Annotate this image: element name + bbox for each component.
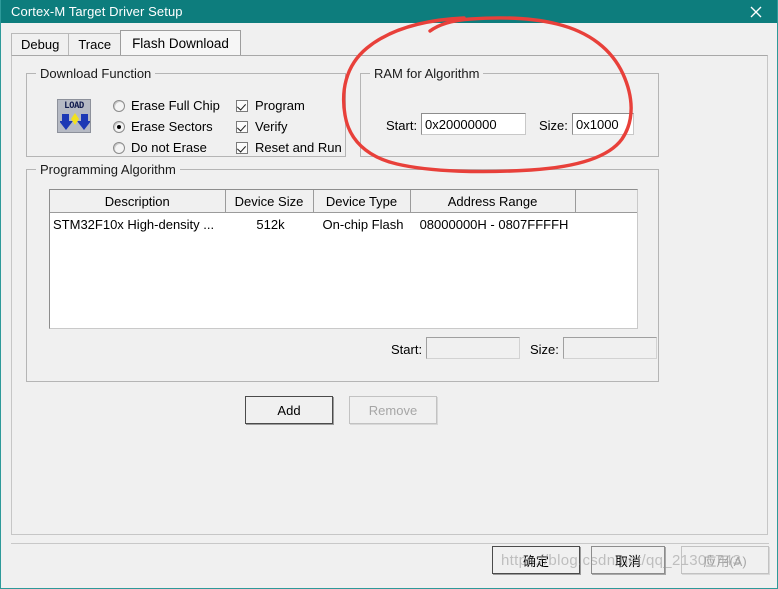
radio-indicator	[113, 120, 125, 133]
programming-algorithm-table[interactable]: Description Device Size Device Type Addr…	[49, 189, 638, 329]
radio-do-not-erase[interactable]: Do not Erase	[113, 140, 207, 155]
add-button[interactable]: Add	[245, 396, 333, 424]
algorithm-size-input[interactable]	[563, 337, 657, 359]
column-header-address-range[interactable]: Address Range	[410, 190, 576, 213]
close-icon[interactable]	[733, 0, 777, 23]
column-header-device-size[interactable]: Device Size	[225, 190, 314, 213]
apply-button: 应用(A)	[681, 546, 769, 574]
download-function-legend: Download Function	[36, 66, 156, 81]
checkbox-indicator	[236, 141, 248, 154]
checkbox-reset-and-run-label: Reset and Run	[255, 140, 342, 155]
download-function-group: Download Function LOAD Erase Full Chip E…	[26, 66, 346, 157]
ram-for-algorithm-group: RAM for Algorithm Start: 0x20000000 Size…	[360, 66, 659, 157]
cell-extra	[575, 213, 637, 236]
ram-size-input[interactable]: 0x1000	[572, 113, 634, 135]
title-bar: Cortex-M Target Driver Setup	[1, 0, 777, 23]
programming-algorithm-group: Programming Algorithm Description Device…	[26, 162, 659, 382]
algorithm-size-label: Size:	[530, 342, 559, 357]
radio-erase-sectors[interactable]: Erase Sectors	[113, 119, 213, 134]
checkbox-verify-label: Verify	[255, 119, 288, 134]
tab-trace[interactable]: Trace	[68, 33, 122, 55]
algorithm-start-label: Start:	[391, 342, 423, 357]
remove-button: Remove	[349, 396, 437, 424]
cell-address-range: 08000000H - 0807FFFFH	[419, 216, 569, 232]
checkbox-indicator	[236, 120, 248, 133]
checkbox-verify[interactable]: Verify	[236, 119, 288, 134]
load-icon: LOAD	[57, 99, 91, 133]
programming-algorithm-legend: Programming Algorithm	[36, 162, 180, 177]
cell-device-type: On-chip Flash	[322, 216, 404, 232]
radio-erase-full-chip-label: Erase Full Chip	[131, 98, 220, 113]
column-header-device-type[interactable]: Device Type	[313, 190, 411, 213]
cell-description: STM32F10x High-density ...	[53, 216, 215, 232]
radio-indicator	[113, 141, 125, 154]
checkbox-reset-and-run[interactable]: Reset and Run	[236, 140, 342, 155]
footer-separator	[11, 543, 769, 544]
ram-size-label: Size:	[539, 118, 568, 133]
algorithm-start-input[interactable]	[426, 337, 520, 359]
radio-do-not-erase-label: Do not Erase	[131, 140, 207, 155]
checkbox-indicator	[236, 99, 248, 112]
cortex-m-target-driver-setup-dialog: Cortex-M Target Driver Setup Debug Trace…	[0, 0, 778, 589]
column-header-description[interactable]: Description	[50, 190, 226, 213]
checkbox-program-label: Program	[255, 98, 305, 113]
radio-erase-full-chip[interactable]: Erase Full Chip	[113, 98, 220, 113]
window-title: Cortex-M Target Driver Setup	[11, 4, 183, 19]
ram-for-algorithm-legend: RAM for Algorithm	[370, 66, 484, 81]
table-header-row: Description Device Size Device Type Addr…	[50, 190, 637, 213]
ram-start-label: Start:	[386, 118, 418, 133]
load-icon-label: LOAD	[64, 101, 84, 111]
radio-indicator	[113, 99, 125, 112]
tab-flash-download[interactable]: Flash Download	[120, 30, 241, 55]
tab-strip: Debug Trace Flash Download	[11, 30, 769, 55]
radio-erase-sectors-label: Erase Sectors	[131, 119, 213, 134]
ok-button[interactable]: 确定	[492, 546, 580, 574]
tab-debug[interactable]: Debug	[11, 33, 70, 55]
cancel-button[interactable]: 取消	[591, 546, 665, 574]
flash-download-panel: Download Function LOAD Erase Full Chip E…	[11, 55, 768, 535]
ram-start-input[interactable]: 0x20000000	[421, 113, 526, 135]
cell-device-size: 512k	[256, 216, 285, 232]
checkbox-program[interactable]: Program	[236, 98, 305, 113]
column-header-extra[interactable]	[575, 190, 637, 213]
table-row[interactable]: STM32F10x High-density ... 512k On-chip …	[50, 213, 637, 236]
